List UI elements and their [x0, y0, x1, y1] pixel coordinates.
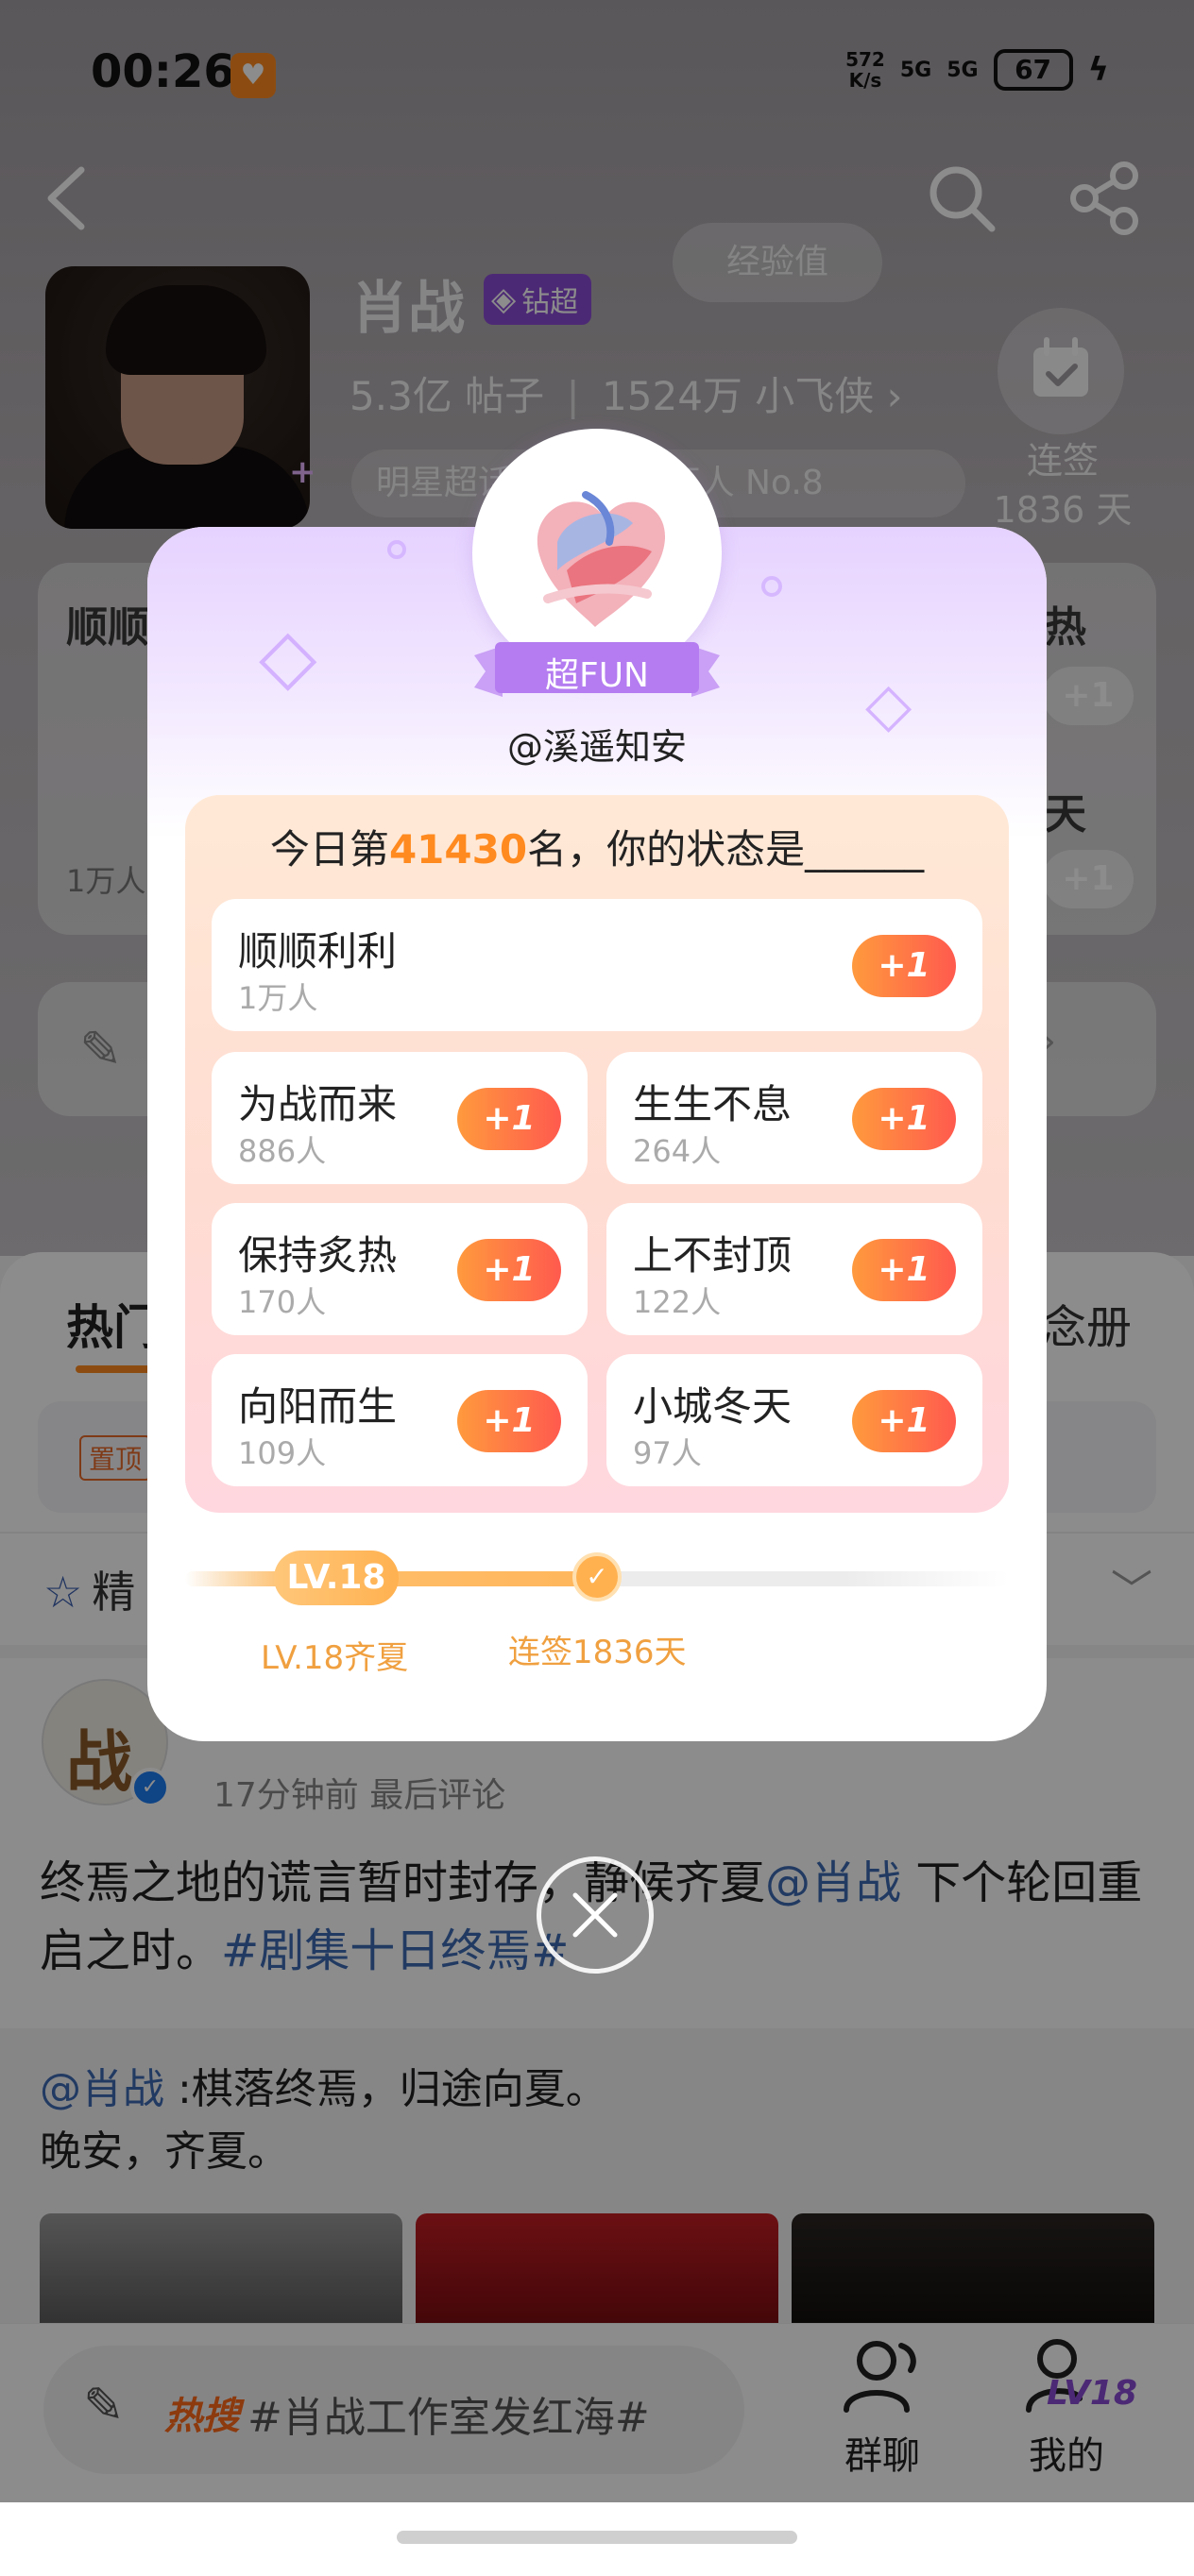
- plus-one-button[interactable]: +1: [852, 1239, 956, 1301]
- state-option[interactable]: 生生不息 264人 +1: [606, 1052, 982, 1184]
- plus-one-button[interactable]: +1: [852, 1088, 956, 1150]
- state-option[interactable]: 顺顺利利 1万人 +1: [212, 899, 982, 1031]
- state-option-count: 97人: [633, 1435, 702, 1471]
- state-option-count: 264人: [633, 1133, 722, 1169]
- state-title: 今日第41430名，你的状态是______: [269, 826, 925, 873]
- state-option-count: 109人: [238, 1435, 327, 1471]
- dot-deco: [387, 540, 406, 559]
- state-option-name: 小城冬天: [633, 1383, 793, 1430]
- state-option-count: 170人: [238, 1284, 327, 1320]
- close-modal-button[interactable]: [537, 1856, 654, 1974]
- checkmark-icon: ✓: [572, 1552, 622, 1602]
- ribbon-label: 超FUN: [545, 656, 649, 695]
- state-panel: 今日第41430名，你的状态是______ 顺顺利利 1万人 +1 为战而来 8…: [185, 795, 1009, 1513]
- home-indicator[interactable]: [397, 2531, 797, 2544]
- state-option[interactable]: 保持炙热 170人 +1: [212, 1203, 588, 1335]
- state-option-name: 生生不息: [633, 1081, 793, 1127]
- plus-one-button[interactable]: +1: [852, 935, 956, 997]
- state-option-name: 保持炙热: [238, 1232, 398, 1279]
- state-option-name: 上不封顶: [633, 1232, 793, 1279]
- diamond-deco-icon: ◇: [259, 612, 317, 700]
- state-option[interactable]: 为战而来 886人 +1: [212, 1052, 588, 1184]
- user-handle: @溪遥知安: [506, 726, 687, 768]
- checkin-days-label: 连签1836天: [508, 1634, 687, 1671]
- state-option-count: 122人: [633, 1284, 722, 1320]
- brush-heart-icon: [537, 491, 666, 627]
- state-option-name: 向阳而生: [238, 1383, 398, 1430]
- dot-deco: [761, 576, 782, 597]
- state-option-name: 为战而来: [238, 1081, 398, 1127]
- plus-one-button[interactable]: +1: [457, 1088, 561, 1150]
- level-label: LV.18齐夏: [261, 1639, 409, 1677]
- state-option[interactable]: 上不封顶 122人 +1: [606, 1203, 982, 1335]
- super-fun-emblem: [472, 429, 722, 678]
- close-icon: [572, 1892, 618, 1938]
- plus-one-button[interactable]: +1: [852, 1390, 956, 1452]
- state-option[interactable]: 向阳而生 109人 +1: [212, 1354, 588, 1486]
- plus-one-button[interactable]: +1: [457, 1390, 561, 1452]
- checkin-modal: ◇ ◇ 超FUN @溪遥知安 今日第41430名，你的状态是______ 顺顺利…: [147, 429, 1047, 1741]
- level-pill: LV.18: [274, 1551, 399, 1605]
- state-option-count: 886人: [238, 1133, 327, 1169]
- state-option-name: 顺顺利利: [238, 928, 398, 974]
- state-option-count: 1万人: [238, 980, 318, 1016]
- state-option[interactable]: 小城冬天 97人 +1: [606, 1354, 982, 1486]
- checkin-rank: 41430: [388, 826, 528, 873]
- plus-one-button[interactable]: +1: [457, 1239, 561, 1301]
